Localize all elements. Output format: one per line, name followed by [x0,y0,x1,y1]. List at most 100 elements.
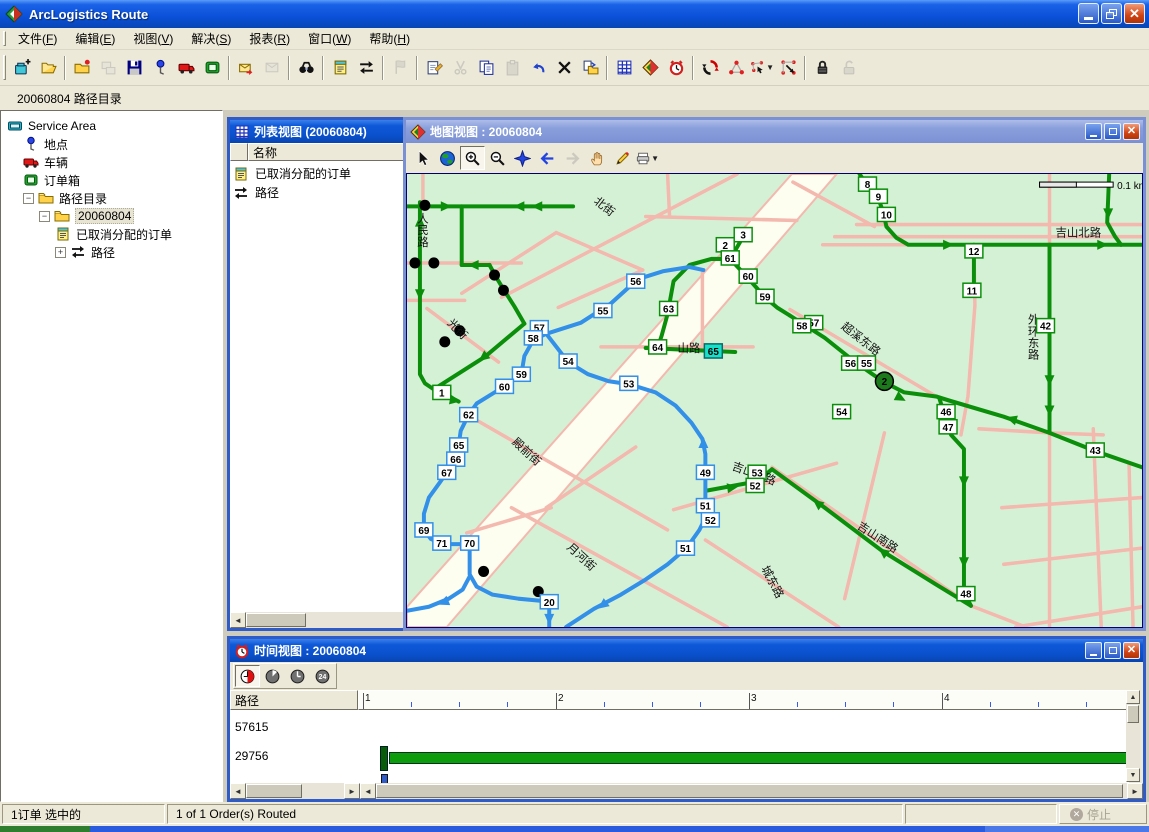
globe-button[interactable] [435,146,460,170]
stop-marker-70[interactable]: 70 [461,536,479,550]
stop-marker-43[interactable]: 43 [1086,443,1104,457]
gantt-route-bar[interactable] [389,752,1128,764]
back-arrow-button[interactable] [535,146,560,170]
undo-button[interactable] [525,55,551,80]
map-close-button[interactable]: ✕ [1123,123,1140,140]
stop-marker-56[interactable]: 56 [627,274,645,288]
stop-marker-54[interactable]: 54 [559,354,577,368]
tree-item-[interactable]: 地点 [1,135,222,153]
stop-marker-20[interactable]: 20 [540,595,558,609]
move-to-folder-button[interactable] [577,55,603,80]
lock-button[interactable] [809,55,835,80]
order-stop-dot[interactable] [439,336,450,347]
stop-marker-46[interactable]: 46 [937,405,955,419]
stop-marker-1[interactable]: 1 [433,385,451,399]
map-maximize-button[interactable] [1104,123,1121,140]
tree-item-servicearea[interactable]: Service Area [1,117,222,135]
time-view-titlebar[interactable]: 时间视图 : 20060804 ✕ [230,639,1143,662]
scroll-left-icon[interactable]: ◄ [230,783,246,799]
open-folder-button[interactable] [35,55,61,80]
stop-marker-61[interactable]: 61 [721,251,739,265]
collapse-icon[interactable]: − [39,211,50,222]
stop-marker-55[interactable]: 55 [594,303,612,317]
scroll-left-icon[interactable]: ◄ [360,783,376,799]
time-close-button[interactable]: ✕ [1123,642,1140,659]
menu-item-6[interactable]: 帮助(H) [360,28,419,49]
stop-marker-47[interactable]: 47 [939,420,957,434]
map-graphic[interactable]: 25757北街人民路光街吉山北路外环东路超溪东路山路殿前街月河街吉山二路城东路吉… [407,174,1142,627]
stop-marker-53[interactable]: 53 [620,376,638,390]
time-minimize-button[interactable] [1085,642,1102,659]
stop-marker-9[interactable]: 9 [869,189,887,203]
stop-marker-42[interactable]: 42 [1037,319,1055,333]
map-canvas[interactable]: 25757北街人民路光街吉山北路外环东路超溪东路山路殿前街月河街吉山二路城东路吉… [406,173,1143,628]
stop-marker-69[interactable]: 69 [415,523,433,537]
clock-quarter-button[interactable] [260,665,285,687]
find-binoculars-button[interactable] [293,55,319,80]
import-orders-button[interactable] [233,55,259,80]
zoom-selected-button[interactable] [510,146,535,170]
gantt-start-cap[interactable] [380,746,388,771]
route-row-label[interactable]: 29756 [235,749,268,763]
time-vscroll-thumb[interactable] [1127,705,1139,723]
delete-button[interactable] [551,55,577,80]
list-hscroll-thumb[interactable] [246,613,306,627]
stop-marker-59[interactable]: 59 [756,289,774,303]
scroll-right-icon[interactable]: ► [344,783,360,799]
timeline-ruler[interactable]: 1234 [358,690,1129,710]
stop-marker-53[interactable]: 53 [748,465,766,479]
route-row-label[interactable]: 57615 [235,720,268,734]
order-stop-dot[interactable] [498,285,509,296]
order-stop-dot[interactable] [478,566,489,577]
save-button[interactable] [121,55,147,80]
clock-24-button[interactable]: 24 [310,665,335,687]
zoom-in-button[interactable] [460,146,485,170]
forward-arrow-button[interactable] [560,146,585,170]
stop-marker-51[interactable]: 51 [696,499,714,513]
time-maximize-button[interactable] [1104,642,1121,659]
scroll-right-icon[interactable]: ► [1127,783,1143,799]
order-stop-dot[interactable] [428,257,439,268]
order-box-button[interactable] [199,55,225,80]
timeline-rows[interactable]: 57615 29756 [230,710,1129,783]
stop-marker-2[interactable]: 2 [716,238,734,252]
menu-item-0[interactable]: 文件(F) [9,28,66,49]
minimize-button[interactable] [1078,3,1099,24]
time-route-column-header[interactable]: 路径 [230,690,358,710]
print-button[interactable]: ▼ [635,146,660,170]
route-hscroll-thumb[interactable] [246,784,302,798]
stop-marker-11[interactable]: 11 [963,283,981,297]
time-view-button[interactable] [663,55,689,80]
timeline-hscrollbar[interactable]: ◄ ► [360,783,1143,799]
clock-hour-button[interactable] [285,665,310,687]
map-view-titlebar[interactable]: 地图视图 : 20060804 ✕ [406,120,1143,143]
stop-marker-65[interactable]: 65 [450,438,468,452]
build-routes-button[interactable] [697,55,723,80]
map-view-button[interactable] [637,55,663,80]
depot-marker[interactable]: 2 [875,372,893,390]
locations-pin-button[interactable] [147,55,173,80]
unassigned-orders-button[interactable] [327,55,353,80]
route-col-hscrollbar[interactable]: ◄ ► [230,783,360,799]
new-route-folder-button[interactable] [9,55,35,80]
order-stop-dot[interactable] [409,257,420,268]
toolbar-grip[interactable] [3,55,6,80]
zoom-out-button[interactable] [485,146,510,170]
stop-marker-67[interactable]: 67 [438,465,456,479]
pan-hand-button[interactable] [585,146,610,170]
list-view-button[interactable] [611,55,637,80]
stop-marker-59[interactable]: 59 [512,367,530,381]
close-button[interactable]: ✕ [1124,3,1145,24]
new-subfolder-button[interactable] [69,55,95,80]
menu-item-5[interactable]: 窗口(W) [299,28,360,49]
scroll-up-icon[interactable]: ▲ [1126,690,1140,704]
stop-marker-54[interactable]: 54 [833,405,851,419]
copy-button[interactable] [473,55,499,80]
stop-marker-48[interactable]: 48 [957,587,975,601]
order-stop-dot[interactable] [489,270,500,281]
stop-marker-52[interactable]: 52 [701,513,719,527]
stop-marker-60[interactable]: 60 [739,269,757,283]
stop-marker-49[interactable]: 49 [696,465,714,479]
select-arrow-button[interactable] [410,146,435,170]
map-minimize-button[interactable] [1085,123,1102,140]
